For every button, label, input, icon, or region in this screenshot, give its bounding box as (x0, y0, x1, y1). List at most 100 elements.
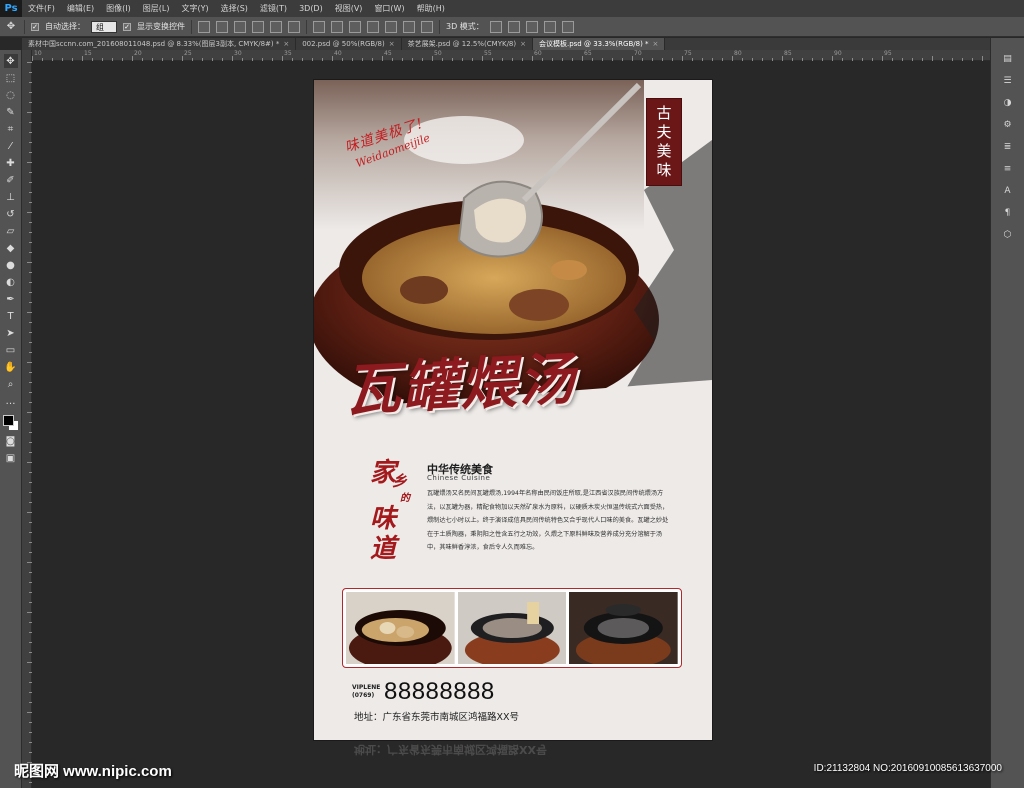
distribute-bottom-icon[interactable] (349, 20, 361, 33)
3d-slide-icon[interactable] (543, 20, 556, 33)
document-canvas[interactable]: 古 夫 美 味 味道美极了! Weidaomeijile 瓦罐煨汤 家 乡 的 … (314, 80, 712, 740)
align-left-icon[interactable] (252, 20, 264, 33)
menu-window[interactable]: 窗口(W) (368, 3, 410, 14)
eyedropper-tool-icon[interactable]: ⁄ (4, 139, 18, 153)
ruler-tick (29, 722, 32, 723)
healing-tool-icon[interactable]: ✚ (4, 156, 18, 170)
3d-roll-icon[interactable] (507, 20, 520, 33)
character-panel-icon[interactable]: A (1001, 184, 1015, 198)
align-middle-icon[interactable] (216, 20, 228, 33)
auto-select-checkbox[interactable]: ✓ (31, 22, 39, 31)
distribute-middle-icon[interactable] (331, 20, 343, 33)
more-tools-icon[interactable]: … (4, 394, 18, 408)
marquee-tool-icon[interactable]: ⬚ (4, 71, 18, 85)
properties-panel-icon[interactable]: ☰ (1001, 74, 1015, 88)
type-tool-icon[interactable]: T (4, 309, 18, 323)
ruler-vertical[interactable] (22, 50, 32, 788)
ruler-horizontal[interactable]: 10 15 20 25 30 35 40 45 50 55 60 65 70 75 80 85 90 95 (32, 50, 990, 61)
menu-view[interactable]: 视图(V) (329, 3, 369, 14)
ruler-tick (29, 342, 32, 343)
menu-help[interactable]: 帮助(H) (411, 3, 451, 14)
align-right-icon[interactable] (288, 20, 300, 33)
move-tool-icon[interactable]: ✥ (3, 54, 18, 68)
ruler-tick (29, 392, 32, 393)
history-brush-tool-icon[interactable]: ↺ (4, 207, 18, 221)
close-icon[interactable]: × (653, 38, 659, 50)
stamp-tool-icon[interactable]: ⊥ (4, 190, 18, 204)
move-tool-preset-icon[interactable]: ✥ (4, 20, 18, 34)
menu-image[interactable]: 图像(I) (100, 3, 137, 14)
seal-char: 夫 (656, 123, 672, 141)
menu-filter[interactable]: 滤镜(T) (254, 3, 293, 14)
close-icon[interactable]: × (520, 38, 526, 50)
zoom-tool-icon[interactable]: ⌕ (4, 377, 18, 391)
ruler-tick (392, 58, 393, 61)
align-bottom-icon[interactable] (234, 20, 246, 33)
ruler-tick (29, 402, 32, 403)
show-transform-label: 显示变换控件 (137, 22, 185, 31)
document-tab[interactable]: 002.psd @ 50%(RGB/8) × (296, 38, 402, 50)
3d-scale-icon[interactable] (561, 20, 574, 33)
document-tab[interactable]: 茶艺展架.psd @ 12.5%(CMYK/8) × (402, 38, 533, 50)
history-panel-icon[interactable]: ▤ (1001, 52, 1015, 66)
distribute-center-icon[interactable] (385, 20, 397, 33)
ruler-tick (712, 58, 713, 61)
ruler-tick (772, 58, 773, 61)
ruler-label: 80 (734, 50, 742, 57)
document-tab[interactable]: 素材中国sccnn.com_201608011048.psd @ 8.33%(图… (22, 38, 297, 50)
align-top-icon[interactable] (198, 20, 210, 33)
ruler-tick (512, 58, 513, 61)
close-icon[interactable]: × (389, 38, 395, 50)
3d-rotate-icon[interactable] (489, 20, 502, 33)
menu-3d[interactable]: 3D(D) (293, 4, 329, 13)
hand-tool-icon[interactable]: ✋ (4, 360, 18, 374)
ruler-tick (802, 58, 803, 61)
blur-tool-icon[interactable]: ● (4, 258, 18, 272)
quick-select-tool-icon[interactable]: ✎ (4, 105, 18, 119)
ruler-tick (462, 58, 463, 61)
quick-mask-icon[interactable]: ◙ (4, 434, 18, 448)
3d-drag-icon[interactable] (525, 20, 538, 33)
auto-select-dropdown[interactable]: 组 (91, 20, 117, 33)
menu-layer[interactable]: 图层(L) (137, 3, 176, 14)
adjustments-panel-icon[interactable]: ◑ (1001, 96, 1015, 110)
paragraph-panel-icon[interactable]: ¶ (1001, 206, 1015, 220)
layers-panel-icon[interactable]: ≣ (1001, 140, 1015, 154)
auto-align-icon[interactable] (421, 20, 433, 33)
brush-tool-icon[interactable]: ✐ (4, 173, 18, 187)
color-swatches[interactable] (2, 415, 19, 431)
photoshop-window: Ps 文件(F) 编辑(E) 图像(I) 图层(L) 文字(Y) 选择(S) 滤… (0, 0, 1024, 788)
ruler-tick (132, 56, 133, 61)
foreground-color[interactable] (2, 415, 14, 426)
path-select-tool-icon[interactable]: ➤ (4, 326, 18, 340)
ruler-tick (852, 58, 853, 61)
styles-panel-icon[interactable]: ⚙ (1001, 118, 1015, 132)
ruler-label: 85 (784, 50, 792, 57)
align-center-icon[interactable] (270, 20, 282, 33)
lasso-tool-icon[interactable]: ◌ (4, 88, 18, 102)
screen-mode-icon[interactable]: ▣ (4, 451, 18, 465)
ruler-label: 35 (284, 50, 292, 57)
close-icon[interactable]: × (283, 38, 289, 50)
channels-panel-icon[interactable]: ≡ (1001, 162, 1015, 176)
menu-select[interactable]: 选择(S) (215, 3, 254, 14)
ruler-tick (642, 58, 643, 61)
shape-tool-icon[interactable]: ▭ (4, 343, 18, 357)
menu-type[interactable]: 文字(Y) (175, 3, 214, 14)
distribute-top-icon[interactable] (313, 20, 325, 33)
crop-tool-icon[interactable]: ⌗ (4, 122, 18, 136)
paint-bucket-tool-icon[interactable]: ◆ (4, 241, 18, 255)
seal-char: 古 (656, 104, 672, 122)
ruler-tick (29, 482, 32, 483)
distribute-right-icon[interactable] (403, 20, 415, 33)
3d-panel-icon[interactable]: ⬡ (1001, 228, 1015, 242)
eraser-tool-icon[interactable]: ▱ (4, 224, 18, 238)
dodge-tool-icon[interactable]: ◐ (4, 275, 18, 289)
menu-file[interactable]: 文件(F) (22, 3, 61, 14)
pen-tool-icon[interactable]: ✒ (4, 292, 18, 306)
document-tab-active[interactable]: 会议模板.psd @ 33.3%(RGB/8) * × (532, 38, 666, 50)
show-transform-checkbox[interactable]: ✓ (123, 22, 131, 31)
ruler-tick (27, 62, 32, 63)
distribute-left-icon[interactable] (367, 20, 379, 33)
menu-edit[interactable]: 编辑(E) (61, 3, 100, 14)
